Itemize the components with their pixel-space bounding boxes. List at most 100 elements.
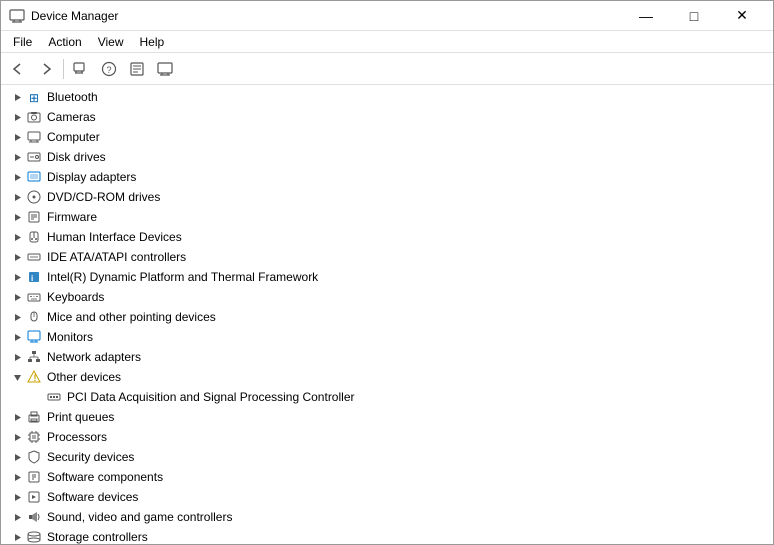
label-processors: Processors	[47, 430, 107, 444]
label-display-adapters: Display adapters	[47, 170, 136, 184]
label-bluetooth: Bluetooth	[47, 90, 98, 104]
expander-display-adapters[interactable]	[9, 167, 25, 187]
device-manager-window: Device Manager — □ ✕ File Action View He…	[0, 0, 774, 545]
forward-button[interactable]	[33, 56, 59, 82]
label-disk-drives: Disk drives	[47, 150, 106, 164]
expander-pci[interactable]	[29, 387, 45, 407]
tree-item-security[interactable]: Security devices	[1, 447, 773, 467]
expander-processors[interactable]	[9, 427, 25, 447]
tree-item-hid[interactable]: Human Interface Devices	[1, 227, 773, 247]
tree-item-processors[interactable]: Processors	[1, 427, 773, 447]
icon-disk-drives	[25, 148, 43, 166]
expander-sound[interactable]	[9, 507, 25, 527]
label-hid: Human Interface Devices	[47, 230, 182, 244]
label-print: Print queues	[47, 410, 114, 424]
tree-item-bluetooth[interactable]: ⊞ Bluetooth	[1, 87, 773, 107]
menu-action[interactable]: Action	[40, 33, 89, 51]
expander-storage[interactable]	[9, 527, 25, 544]
monitor-button[interactable]	[152, 56, 178, 82]
expander-software-devices[interactable]	[9, 487, 25, 507]
device-tree[interactable]: ⊞ Bluetooth Cameras Computer Disk drives Disp…	[1, 85, 773, 544]
back-button[interactable]	[5, 56, 31, 82]
minimize-button[interactable]: —	[623, 1, 669, 31]
tree-item-cameras[interactable]: Cameras	[1, 107, 773, 127]
maximize-button[interactable]: □	[671, 1, 717, 31]
icon-firmware	[25, 208, 43, 226]
expander-network[interactable]	[9, 347, 25, 367]
title-icon	[9, 8, 25, 24]
expander-monitors[interactable]	[9, 327, 25, 347]
menu-view[interactable]: View	[90, 33, 132, 51]
icon-storage	[25, 528, 43, 544]
label-keyboards: Keyboards	[47, 290, 104, 304]
label-storage: Storage controllers	[47, 530, 148, 544]
label-dvd: DVD/CD-ROM drives	[47, 190, 160, 204]
tree-item-display-adapters[interactable]: Display adapters	[1, 167, 773, 187]
label-sound: Sound, video and game controllers	[47, 510, 232, 524]
icon-other-devices: !	[25, 368, 43, 386]
tree-item-mice[interactable]: Mice and other pointing devices	[1, 307, 773, 327]
tree-item-sound[interactable]: Sound, video and game controllers	[1, 507, 773, 527]
icon-mice	[25, 308, 43, 326]
expander-other-devices[interactable]	[9, 367, 25, 387]
tree-item-disk-drives[interactable]: Disk drives	[1, 147, 773, 167]
label-network: Network adapters	[47, 350, 141, 364]
expander-ide[interactable]	[9, 247, 25, 267]
expander-firmware[interactable]	[9, 207, 25, 227]
toolbar-separator-1	[63, 59, 64, 79]
tree-item-network[interactable]: Network adapters	[1, 347, 773, 367]
tree-item-dvd[interactable]: DVD/CD-ROM drives	[1, 187, 773, 207]
expander-bluetooth[interactable]	[9, 87, 25, 107]
expander-cameras[interactable]	[9, 107, 25, 127]
expander-security[interactable]	[9, 447, 25, 467]
expander-keyboards[interactable]	[9, 287, 25, 307]
icon-bluetooth: ⊞	[25, 88, 43, 106]
expander-print[interactable]	[9, 407, 25, 427]
label-firmware: Firmware	[47, 210, 97, 224]
expander-hid[interactable]	[9, 227, 25, 247]
menu-file[interactable]: File	[5, 33, 40, 51]
icon-network	[25, 348, 43, 366]
tree-item-intel[interactable]: iIntel(R) Dynamic Platform and Thermal F…	[1, 267, 773, 287]
label-ide: IDE ATA/ATAPI controllers	[47, 250, 186, 264]
device-manager-btn[interactable]	[68, 56, 94, 82]
svg-text:!: !	[34, 373, 37, 383]
expander-computer[interactable]	[9, 127, 25, 147]
toolbar: ?	[1, 53, 773, 85]
icon-monitors	[25, 328, 43, 346]
tree-item-software-components[interactable]: Software components	[1, 467, 773, 487]
tree-item-firmware[interactable]: Firmware	[1, 207, 773, 227]
expander-disk-drives[interactable]	[9, 147, 25, 167]
properties-button[interactable]	[124, 56, 150, 82]
expander-software-components[interactable]	[9, 467, 25, 487]
window-title: Device Manager	[31, 9, 623, 23]
icon-intel: i	[25, 268, 43, 286]
label-cameras: Cameras	[47, 110, 96, 124]
tree-item-print[interactable]: Print queues	[1, 407, 773, 427]
tree-item-ide[interactable]: IDE ATA/ATAPI controllers	[1, 247, 773, 267]
icon-security	[25, 448, 43, 466]
label-other-devices: Other devices	[47, 370, 121, 384]
label-software-devices: Software devices	[47, 490, 138, 504]
tree-item-monitors[interactable]: Monitors	[1, 327, 773, 347]
svg-text:?: ?	[106, 65, 111, 75]
tree-item-keyboards[interactable]: Keyboards	[1, 287, 773, 307]
icon-hid	[25, 228, 43, 246]
svg-text:⊞: ⊞	[29, 91, 39, 104]
expander-intel[interactable]	[9, 267, 25, 287]
tree-item-other-devices[interactable]: ! Other devices	[1, 367, 773, 387]
expander-dvd[interactable]	[9, 187, 25, 207]
icon-pci	[45, 388, 63, 406]
tree-item-software-devices[interactable]: Software devices	[1, 487, 773, 507]
tree-item-storage[interactable]: Storage controllers	[1, 527, 773, 544]
icon-keyboards	[25, 288, 43, 306]
close-button[interactable]: ✕	[719, 1, 765, 31]
tree-item-computer[interactable]: Computer	[1, 127, 773, 147]
help-button[interactable]: ?	[96, 56, 122, 82]
menu-help[interactable]: Help	[132, 33, 173, 51]
svg-text:i: i	[31, 274, 33, 283]
icon-processors	[25, 428, 43, 446]
expander-mice[interactable]	[9, 307, 25, 327]
icon-display-adapters	[25, 168, 43, 186]
tree-item-pci[interactable]: PCI Data Acquisition and Signal Processi…	[1, 387, 773, 407]
